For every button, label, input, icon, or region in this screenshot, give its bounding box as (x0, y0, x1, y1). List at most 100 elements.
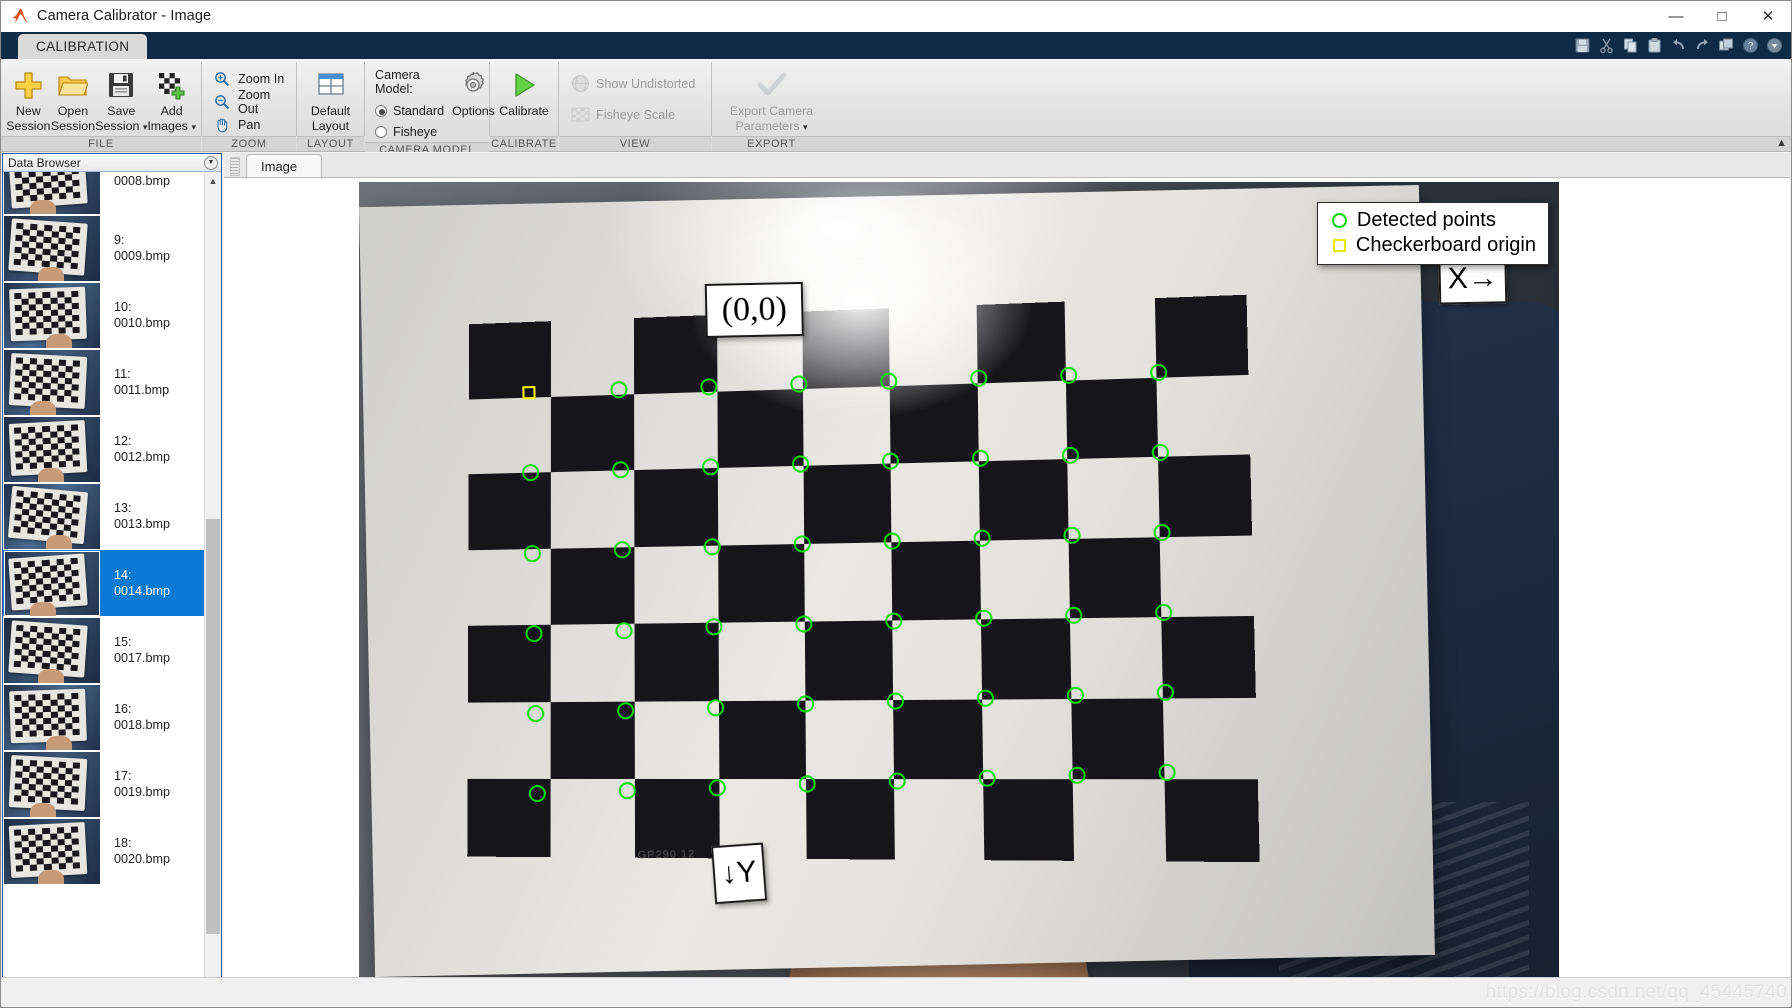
tab-grip-handle[interactable] (230, 157, 240, 176)
image-list-scrollbar[interactable]: ▲ ▼ (204, 172, 221, 1006)
calibration-photo: GP290 12 (0,0) X→ ↓Y Detected points Che… (359, 182, 1559, 982)
ribbon: New Session Open Session Save Session ▾ … (1, 59, 1791, 157)
window-title: Camera Calibrator - Image (37, 8, 212, 24)
more-icon[interactable] (1764, 35, 1785, 55)
ribbon-group-camera-model: Camera Model: Standard Fisheye Options C… (365, 59, 495, 157)
scroll-up-button[interactable]: ▲ (205, 172, 221, 189)
list-item[interactable]: 12: 0012.bmp (3, 416, 204, 483)
fisheye-scale-button[interactable]: Fisheye Scale (567, 103, 681, 126)
pan-button[interactable]: Pan (209, 113, 266, 136)
calibrate-label: Calibrate (499, 104, 549, 118)
magnifier-minus-icon (212, 92, 232, 111)
y-axis-annotation: ↓Y (711, 842, 768, 905)
list-item-thumbnail (4, 684, 100, 750)
ribbon-group-calibrate-label: CALIBRATE (490, 136, 558, 151)
ribbon-group-calibrate: Calibrate CALIBRATE (490, 59, 558, 151)
open-session-label: Open Session (50, 104, 95, 133)
legend-checkerboard-origin-label: Checkerboard origin (1355, 234, 1536, 256)
hand-icon (212, 115, 232, 134)
origin-annotation: (0,0) (704, 281, 804, 338)
list-item-thumbnail (4, 483, 100, 549)
fisheye-scale-label: Fisheye Scale (596, 107, 676, 122)
board-print-text: GP290 12 (637, 848, 696, 862)
list-item[interactable]: 18: 0020.bmp (3, 818, 204, 885)
list-item-thumbnail (4, 416, 100, 482)
tab-image[interactable]: Image (246, 154, 323, 177)
scrollbar-thumb[interactable] (206, 519, 220, 934)
add-images-label: Add Images ▾ (147, 104, 196, 133)
quick-access-toolbar: ? (1572, 32, 1785, 59)
ribbon-group-layout-label: LAYOUT (297, 136, 364, 151)
image-canvas[interactable]: GP290 12 (0,0) X→ ↓Y Detected points Che… (224, 178, 1790, 1007)
redo-icon[interactable] (1692, 35, 1713, 55)
gear-icon (458, 68, 488, 102)
list-item-thumbnail (4, 282, 100, 348)
open-session-button[interactable]: Open Session (51, 64, 96, 134)
ribbon-group-file-label: FILE (1, 136, 201, 151)
list-item[interactable]: 16: 0018.bmp (3, 684, 204, 751)
image-list[interactable]: 0008.bmp 9: 0009.bmp 10: 0010.bmp 11: 0011.bmp… (3, 172, 204, 1006)
pan-label: Pan (238, 117, 261, 132)
list-item-label: 11: 0011.bmp (114, 367, 170, 397)
add-images-button[interactable]: Add Images ▾ (147, 64, 196, 134)
svg-text:?: ? (1748, 41, 1754, 52)
checkerboard-origin-marker (522, 386, 536, 400)
save-session-button[interactable]: Save Session ▾ (95, 64, 147, 134)
list-item-thumbnail (4, 818, 100, 884)
legend-box: Detected points Checkerboard origin (1316, 202, 1549, 265)
save-icon[interactable] (1572, 35, 1593, 55)
help-icon[interactable]: ? (1740, 35, 1761, 55)
list-item-thumbnail (4, 617, 100, 683)
list-item[interactable]: 13: 0013.bmp (3, 483, 204, 550)
list-item-label: 13: 0013.bmp (114, 501, 171, 531)
radio-standard-label: Standard (393, 103, 445, 118)
window-icon[interactable] (1716, 35, 1737, 55)
tab-calibration[interactable]: CALIBRATION (18, 34, 148, 59)
main-area: Data Browser ▼ 0008.bmp 9: 0009.bmp 10: 0010… (1, 152, 1791, 1007)
save-session-label: Save Session ▾ (95, 104, 148, 133)
camera-model-title: Camera Model: (375, 68, 420, 96)
chevron-down-icon[interactable]: ▼ (204, 155, 218, 170)
legend-detected-points-label: Detected points (1356, 209, 1496, 231)
export-camera-parameters-button[interactable]: Export Camera Parameters ▾ (717, 64, 826, 134)
image-list-inner: 0008.bmp 9: 0009.bmp 10: 0010.bmp 11: 0011.bmp… (3, 172, 204, 885)
collapse-ribbon-icon[interactable]: ▲ (1776, 137, 1787, 149)
list-item[interactable]: 9: 0009.bmp (3, 215, 204, 282)
list-item-label: 10: 0010.bmp (114, 300, 171, 330)
list-item[interactable]: 14: 0014.bmp (3, 550, 204, 617)
default-layout-label: Default Layout (310, 104, 351, 133)
undo-icon[interactable] (1668, 35, 1689, 55)
document-tab-strip: Image (224, 153, 1790, 178)
list-item[interactable]: 15: 0017.bmp (3, 617, 204, 684)
data-browser-header: Data Browser ▼ (3, 154, 221, 172)
zoom-out-button[interactable]: Zoom Out (209, 87, 291, 116)
ribbon-group-zoom: Zoom In Zoom Out Pan ZOOM (202, 59, 296, 151)
minimize-button[interactable]: — (1653, 1, 1699, 32)
list-item-thumbnail (4, 215, 100, 281)
cut-icon[interactable] (1596, 35, 1617, 55)
ribbon-filler-label (831, 136, 1791, 151)
chevron-down-icon: ▾ (191, 122, 196, 132)
show-undistorted-button[interactable]: Show Undistorted (567, 72, 701, 95)
copy-icon[interactable] (1620, 35, 1641, 55)
list-item-label: 17: 0019.bmp (114, 769, 171, 799)
list-item[interactable]: 17: 0019.bmp (3, 751, 204, 818)
ribbon-tab-strip: CALIBRATION ? (1, 32, 1791, 59)
list-item[interactable]: 0008.bmp (3, 172, 204, 215)
legend-checkerboard-origin: Checkerboard origin (1326, 233, 1536, 258)
list-item-label: 9: 0009.bmp (114, 233, 171, 263)
radio-standard[interactable]: Standard (375, 100, 444, 121)
new-session-button[interactable]: New Session (6, 64, 51, 134)
list-item[interactable]: 10: 0010.bmp (3, 282, 204, 349)
radio-fisheye[interactable]: Fisheye (375, 121, 444, 142)
default-layout-button[interactable]: Default Layout (302, 64, 359, 134)
list-item[interactable]: 11: 0011.bmp (3, 349, 204, 416)
paste-icon[interactable] (1644, 35, 1665, 55)
layout-icon (317, 68, 345, 102)
close-button[interactable]: ✕ (1745, 1, 1791, 32)
checkerboard-origin-marker-icon (1332, 239, 1346, 252)
maximize-button[interactable]: □ (1699, 1, 1745, 32)
zoom-out-label: Zoom Out (238, 87, 271, 116)
options-button[interactable]: Options (452, 64, 495, 119)
calibrate-button[interactable]: Calibrate (495, 64, 553, 119)
